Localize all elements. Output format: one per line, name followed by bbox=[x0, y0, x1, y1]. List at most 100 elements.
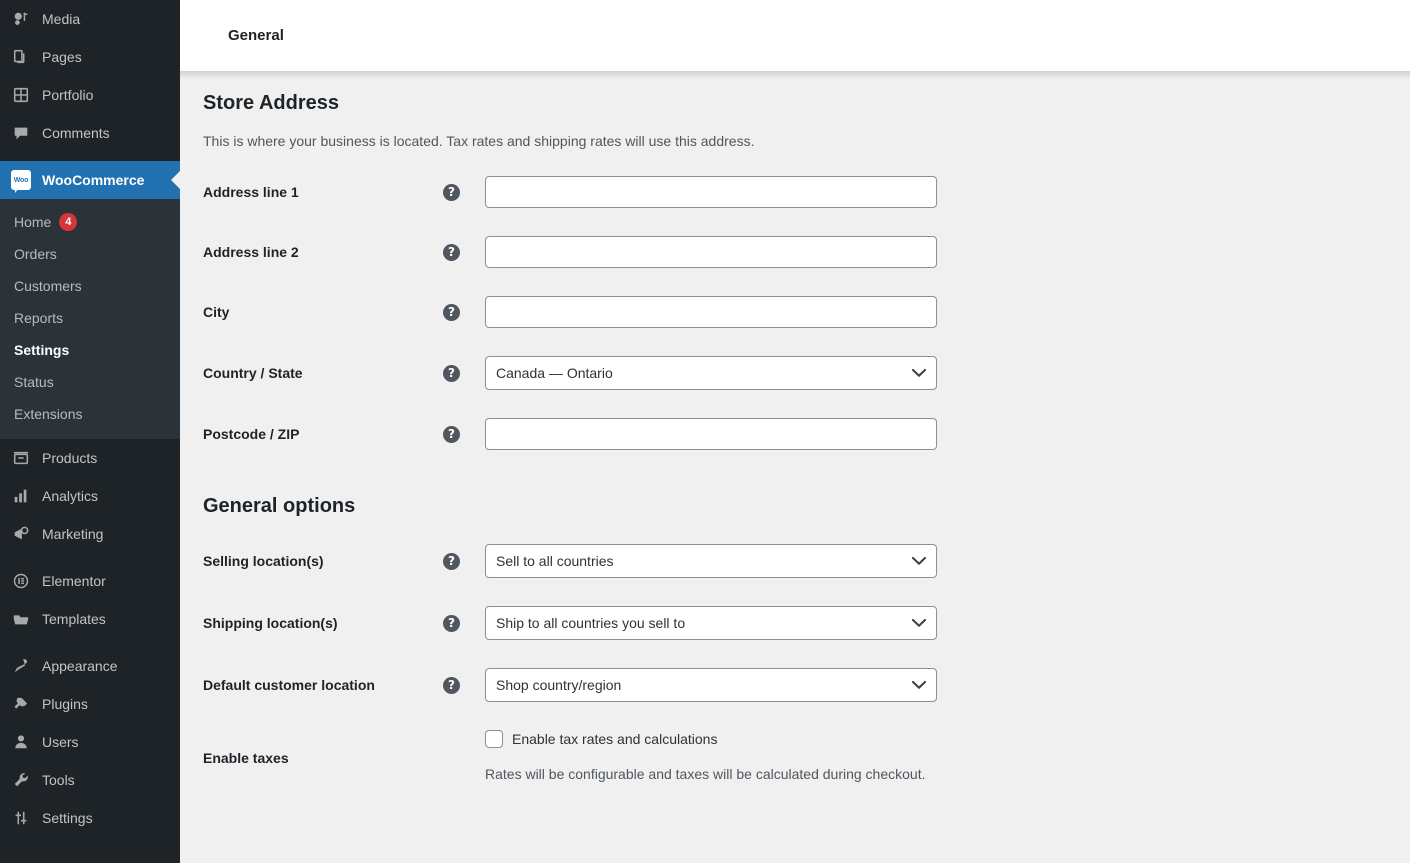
sidebar-item-templates[interactable]: Templates bbox=[0, 600, 180, 638]
input-city[interactable] bbox=[485, 296, 937, 328]
marketing-icon bbox=[10, 524, 32, 544]
woocommerce-submenu: Home 4 Orders Customers Reports Settings Statu… bbox=[0, 199, 180, 439]
submenu-item-label: Settings bbox=[14, 342, 70, 358]
products-icon bbox=[10, 448, 32, 468]
checkbox-label-enable-taxes[interactable]: Enable tax rates and calculations bbox=[512, 731, 717, 747]
sidebar-item-marketing[interactable]: Marketing bbox=[0, 515, 180, 553]
sidebar-item-portfolio[interactable]: Portfolio bbox=[0, 76, 180, 114]
form-row: Default customer location? Shop country/r… bbox=[203, 654, 1410, 716]
help-cell: ? bbox=[443, 592, 485, 654]
field-label-country-state: Country / State bbox=[203, 365, 303, 381]
sidebar-item-products[interactable]: Products bbox=[0, 439, 180, 477]
submenu-item-orders[interactable]: Orders bbox=[0, 238, 180, 270]
sidebar-item-label: Analytics bbox=[42, 488, 99, 504]
sidebar-item-label: Elementor bbox=[42, 573, 106, 589]
help-cell: ? bbox=[443, 282, 485, 342]
store-address-form: Address line 1? Address line 2? City? Count… bbox=[203, 162, 1410, 464]
sidebar-item-label: Plugins bbox=[42, 696, 88, 712]
select-value-default-customer-location[interactable]: Shop country/region bbox=[485, 668, 937, 702]
submenu-item-label: Reports bbox=[14, 310, 64, 326]
field-label-default-customer-location: Default customer location bbox=[203, 677, 375, 693]
select-value-shipping-location-s[interactable]: Ship to all countries you sell to bbox=[485, 606, 937, 640]
field-label-enable-taxes: Enable taxes bbox=[203, 749, 289, 766]
field-label-address-line-2: Address line 2 bbox=[203, 244, 299, 260]
sidebar-item-media[interactable]: Media bbox=[0, 0, 180, 38]
form-row: Enable taxes Enable tax rates and calcula… bbox=[203, 716, 1410, 799]
settings-topbar: General bbox=[180, 0, 1410, 79]
help-icon[interactable]: ? bbox=[443, 243, 460, 261]
users-icon bbox=[10, 732, 32, 752]
checkbox-row-enable-taxes: Enable tax rates and calculations bbox=[485, 730, 1410, 748]
tab-general[interactable]: General bbox=[228, 27, 284, 44]
help-icon[interactable]: ? bbox=[443, 552, 460, 570]
pages-icon bbox=[10, 47, 32, 67]
field-cell: Enable tax rates and calculations Rates w… bbox=[485, 716, 1410, 799]
field-cell: Shop country/region bbox=[485, 654, 1410, 716]
select-country-state[interactable]: Canada — Ontario bbox=[485, 356, 937, 390]
submenu-item-reports[interactable]: Reports bbox=[0, 302, 180, 334]
sidebar-item-label: Templates bbox=[42, 611, 106, 627]
sidebar-item-label: Pages bbox=[42, 49, 82, 65]
sidebar-item-users[interactable]: Users bbox=[0, 723, 180, 761]
input-address-line-2[interactable] bbox=[485, 236, 937, 268]
sidebar-item-plugins[interactable]: Plugins bbox=[0, 685, 180, 723]
sidebar-item-label: Users bbox=[42, 734, 79, 750]
submenu-item-extensions[interactable]: Extensions bbox=[0, 398, 180, 430]
help-icon[interactable]: ? bbox=[443, 676, 460, 694]
help-icon[interactable]: ? bbox=[443, 364, 460, 382]
portfolio-icon bbox=[10, 85, 32, 105]
help-icon[interactable]: ? bbox=[443, 303, 460, 321]
field-cell: Ship to all countries you sell to bbox=[485, 592, 1410, 654]
help-icon[interactable]: ? bbox=[443, 614, 460, 632]
field-cell bbox=[485, 404, 1410, 464]
sidebar-item-tools[interactable]: Tools bbox=[0, 761, 180, 799]
sidebar-item-analytics[interactable]: Analytics bbox=[0, 477, 180, 515]
submenu-item-label: Home bbox=[14, 214, 52, 230]
sidebar-item-elementor[interactable]: Elementor bbox=[0, 562, 180, 600]
help-cell: ? bbox=[443, 404, 485, 464]
help-icon[interactable]: ? bbox=[443, 183, 460, 201]
select-selling-location-s[interactable]: Sell to all countries bbox=[485, 544, 937, 578]
templates-icon bbox=[10, 609, 32, 629]
plugins-icon bbox=[10, 694, 32, 714]
help-cell bbox=[443, 716, 485, 799]
sidebar-item-appearance[interactable]: Appearance bbox=[0, 647, 180, 685]
store-address-title: Store Address bbox=[203, 92, 339, 114]
settings-icon bbox=[10, 808, 32, 828]
sidebar-divider bbox=[0, 638, 180, 647]
select-shipping-location-s[interactable]: Ship to all countries you sell to bbox=[485, 606, 937, 640]
select-value-selling-location-s[interactable]: Sell to all countries bbox=[485, 544, 937, 578]
sidebar-item-label: Marketing bbox=[42, 526, 104, 542]
submenu-item-label: Status bbox=[14, 374, 54, 390]
sidebar-item-woocommerce[interactable]: Woo WooCommerce bbox=[0, 161, 180, 199]
submenu-item-label: Customers bbox=[14, 278, 82, 294]
submenu-item-status[interactable]: Status bbox=[0, 366, 180, 398]
admin-sidebar: Media Pages Portfolio Comments Woo WooCommerc… bbox=[0, 0, 180, 863]
sidebar-item-label: Appearance bbox=[42, 658, 118, 674]
submenu-item-settings[interactable]: Settings bbox=[0, 334, 180, 366]
submenu-item-label: Orders bbox=[14, 246, 57, 262]
input-address-line-1[interactable] bbox=[485, 176, 937, 208]
submenu-item-home[interactable]: Home 4 bbox=[0, 206, 180, 238]
input-postcode-zip[interactable] bbox=[485, 418, 937, 450]
sidebar-item-pages[interactable]: Pages bbox=[0, 38, 180, 76]
help-icon[interactable]: ? bbox=[443, 425, 460, 443]
sidebar-divider bbox=[0, 553, 180, 562]
tools-icon bbox=[10, 770, 32, 790]
checkbox-enable-taxes[interactable] bbox=[485, 730, 503, 748]
field-label-shipping-location-s: Shipping location(s) bbox=[203, 615, 338, 631]
sidebar-item-label: Settings bbox=[42, 810, 93, 826]
sidebar-item-comments[interactable]: Comments bbox=[0, 114, 180, 152]
notification-badge: 4 bbox=[59, 213, 78, 231]
sidebar-item-label: WooCommerce bbox=[42, 172, 145, 188]
analytics-icon bbox=[10, 486, 32, 506]
sidebar-item-settings[interactable]: Settings bbox=[0, 799, 180, 837]
sidebar-item-label: Tools bbox=[42, 772, 75, 788]
field-cell bbox=[485, 282, 1410, 342]
select-default-customer-location[interactable]: Shop country/region bbox=[485, 668, 937, 702]
help-cell: ? bbox=[443, 654, 485, 716]
submenu-item-customers[interactable]: Customers bbox=[0, 270, 180, 302]
select-value-country-state[interactable]: Canada — Ontario bbox=[485, 356, 937, 390]
form-row: Country / State? Canada — Ontario bbox=[203, 342, 1410, 404]
field-label-postcode-zip: Postcode / ZIP bbox=[203, 426, 300, 442]
